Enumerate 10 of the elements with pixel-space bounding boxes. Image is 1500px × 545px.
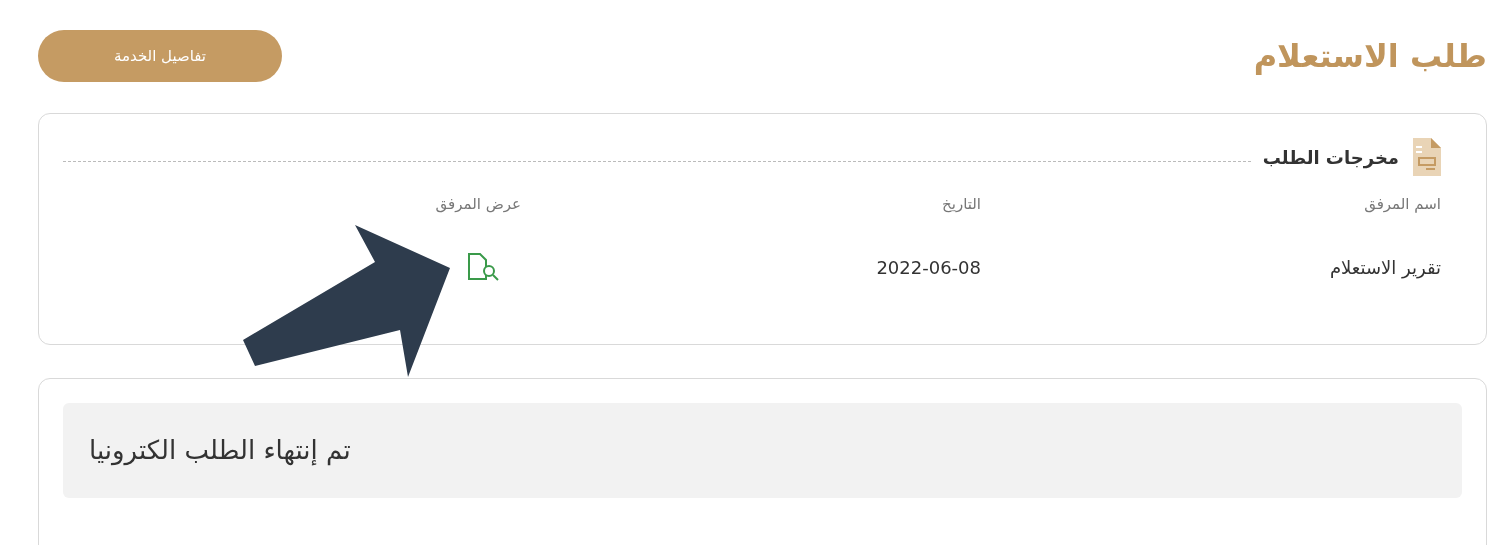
table-cell: تقرير الاستعلام: [1329, 256, 1441, 278]
document-icon: [1411, 138, 1441, 176]
table-cell: 2022-06-08: [876, 256, 981, 278]
view-file-icon[interactable]: [467, 252, 501, 282]
card-title: مخرجات الطلب: [1262, 145, 1399, 171]
column-header: عرض المرفق: [435, 195, 521, 213]
column-header: التاريخ: [942, 195, 981, 213]
service-details-button[interactable]: تفاصيل الخدمة: [38, 30, 282, 82]
status-message: تم إنتهاء الطلب الكترونيا: [89, 434, 351, 468]
column-header: اسم المرفق: [1364, 195, 1441, 213]
